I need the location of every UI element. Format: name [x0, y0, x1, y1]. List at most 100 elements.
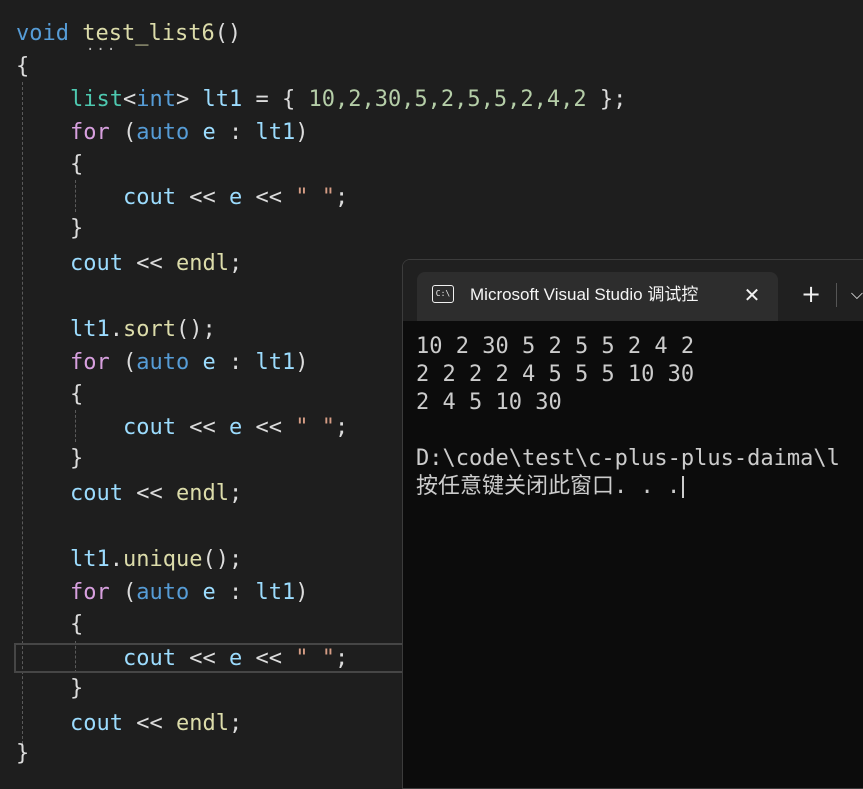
code-line[interactable]: cout << endl; — [70, 477, 242, 510]
new-tab-button[interactable]: + — [796, 280, 826, 308]
punct: ; — [228, 481, 243, 506]
code-line[interactable]: { — [70, 608, 83, 641]
variable: lt1 — [70, 317, 110, 342]
punct: > — [175, 87, 190, 112]
variable: cout — [70, 711, 123, 736]
brace: { — [70, 152, 84, 177]
punct: . — [109, 317, 123, 342]
variable: e — [228, 185, 243, 210]
console-line: 10 2 30 5 2 5 5 2 4 2 — [416, 334, 695, 359]
string-literal: " " — [295, 415, 335, 440]
punct: : — [215, 350, 256, 375]
code-line[interactable]: cout << e << " "; — [123, 181, 348, 214]
code-line[interactable]: cout << endl; — [70, 707, 242, 740]
operator: << — [122, 251, 176, 276]
punct: ; — [228, 251, 243, 276]
chevron-down-icon[interactable]: ⌵ — [844, 280, 863, 308]
variable: lt1 — [70, 547, 110, 572]
brace: } — [70, 216, 84, 241]
code-line[interactable]: lt1.sort(); — [70, 313, 216, 346]
punct: ) — [295, 580, 309, 605]
punct: (); — [202, 547, 243, 572]
string-literal: " " — [295, 185, 335, 210]
tab-title: Microsoft Visual Studio 调试控 — [470, 285, 699, 304]
code-line[interactable]: void test_list6() — [16, 17, 241, 50]
punct: : — [215, 120, 256, 145]
brace: } — [16, 741, 30, 766]
punct: () — [214, 21, 242, 46]
keyword: void — [16, 21, 69, 46]
code-line[interactable]: for (auto e : lt1) — [70, 576, 308, 609]
function-name: sort — [123, 317, 176, 342]
code-line[interactable]: cout << endl; — [70, 247, 242, 280]
operator: << — [242, 185, 296, 210]
variable: lt1 — [255, 120, 296, 145]
keyword: for — [70, 350, 110, 375]
punct: ; — [228, 711, 243, 736]
indent-guide — [75, 180, 76, 212]
console-line: 2 4 5 10 30 — [416, 390, 562, 415]
keyword: int — [136, 87, 176, 112]
code-line[interactable]: cout << e << " "; — [123, 411, 348, 444]
code-line[interactable]: { — [70, 378, 83, 411]
brace: } — [70, 446, 84, 471]
variable: lt1 — [255, 580, 296, 605]
operator: << — [175, 646, 229, 671]
console-output[interactable]: 10 2 30 5 2 5 5 2 4 2 2 2 2 2 4 5 5 5 10… — [416, 333, 863, 788]
punct: = { — [242, 87, 309, 112]
operator: << — [175, 185, 229, 210]
code-line[interactable]: { — [16, 50, 29, 83]
code-line[interactable]: } — [70, 212, 83, 245]
punct: ( — [109, 580, 137, 605]
code-line[interactable]: } — [70, 442, 83, 475]
terminal-tab[interactable]: C:\ Microsoft Visual Studio 调试控 ✕ — [417, 272, 778, 321]
console-line: 2 2 2 2 4 5 5 5 10 30 — [416, 362, 695, 387]
brace: } — [70, 676, 84, 701]
variable: e — [202, 120, 216, 145]
console-prompt-line: 按任意键关闭此窗口. . . — [416, 473, 863, 501]
keyword: auto — [136, 580, 190, 605]
code-line[interactable]: for (auto e : lt1) — [70, 346, 308, 379]
string-literal: " " — [295, 646, 335, 671]
variable: e — [228, 646, 243, 671]
function-name: endl — [175, 251, 229, 276]
variable: lt1 — [255, 350, 296, 375]
operator: << — [242, 646, 296, 671]
code-line[interactable]: for (auto e : lt1) — [70, 116, 308, 149]
punct: ; — [334, 415, 349, 440]
code-line[interactable]: list<int> lt1 = { 10,2,30,5,2,5,5,2,4,2 … — [70, 83, 626, 116]
variable: cout — [123, 646, 176, 671]
punct: ; — [334, 646, 349, 671]
brace: { — [70, 382, 84, 407]
operator: << — [122, 711, 176, 736]
operator: << — [122, 481, 176, 506]
terminal-tab-bar: C:\ Microsoft Visual Studio 调试控 ✕ + ⌵ — [403, 260, 863, 321]
variable: cout — [123, 415, 176, 440]
brace: { — [16, 54, 30, 79]
punct: (); — [175, 317, 216, 342]
variable: e — [202, 350, 216, 375]
function-name: endl — [175, 481, 229, 506]
punct: < — [122, 87, 137, 112]
punct: ; — [334, 185, 349, 210]
variable: e — [202, 580, 216, 605]
code-line[interactable]: } — [70, 672, 83, 705]
keyword: for — [70, 580, 110, 605]
code-line[interactable]: lt1.unique(); — [70, 543, 242, 576]
punct: . — [109, 547, 123, 572]
punct: : — [215, 580, 256, 605]
console-line: D:\code\test\c-plus-plus-daima\l — [416, 446, 840, 471]
punct: ( — [109, 120, 137, 145]
terminal-window[interactable]: C:\ Microsoft Visual Studio 调试控 ✕ + ⌵ 10… — [402, 259, 863, 789]
code-line[interactable]: { — [70, 148, 83, 181]
code-line[interactable]: cout << e << " "; — [123, 642, 348, 675]
code-line[interactable]: } — [16, 737, 29, 770]
type-name: list — [70, 87, 123, 112]
function-name: test_list6 — [82, 21, 215, 46]
console-icon: C:\ — [432, 285, 454, 303]
variable: cout — [123, 185, 176, 210]
close-icon[interactable]: ✕ — [737, 281, 767, 309]
keyword: for — [70, 120, 110, 145]
indent-guide — [75, 410, 76, 442]
